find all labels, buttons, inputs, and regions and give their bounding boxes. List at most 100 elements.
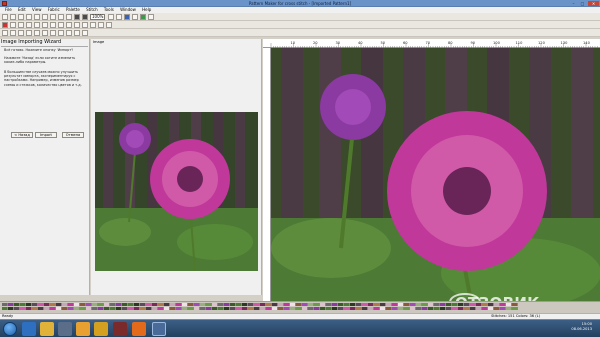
replace-color-icon[interactable] — [106, 21, 112, 28]
import-button[interactable]: Import — [35, 132, 57, 138]
toolbar-stitch — [0, 21, 600, 29]
image-preview-panel: Image — [91, 39, 262, 295]
french-knot-icon[interactable] — [34, 21, 40, 28]
ruler-label: 10 — [291, 41, 296, 45]
folder-icon[interactable] — [40, 322, 54, 336]
pattern-info-icon[interactable] — [82, 29, 88, 36]
special-stitch-icon[interactable] — [66, 21, 72, 28]
ruler-label: 120 — [538, 41, 546, 45]
ruler-label: 140 — [583, 41, 591, 45]
magic-wand-icon[interactable] — [18, 29, 24, 36]
zoom-in-icon[interactable] — [74, 13, 80, 20]
clock-date: 08.06.2013 — [571, 327, 592, 331]
rectangle-icon[interactable] — [66, 29, 72, 36]
start-button[interactable] — [3, 322, 17, 336]
pattern-image — [271, 48, 600, 301]
fill-icon[interactable] — [90, 21, 96, 28]
ruler-label: 70 — [426, 41, 431, 45]
palette-swatch[interactable] — [512, 303, 518, 306]
palette-swatch[interactable] — [512, 307, 518, 310]
line-icon[interactable] — [58, 29, 64, 36]
media-icon[interactable] — [58, 322, 72, 336]
toolbar-main: 100% — [0, 13, 600, 21]
ruler-label: 100 — [493, 41, 501, 45]
ruler-label: 60 — [403, 41, 408, 45]
half-stitch-icon[interactable] — [10, 21, 16, 28]
bead-icon[interactable] — [42, 21, 48, 28]
copy-icon[interactable] — [42, 13, 48, 20]
quarter-stitch-icon[interactable] — [18, 21, 24, 28]
cancel-button[interactable]: Отмена — [62, 132, 84, 138]
view-mode-icon[interactable] — [124, 13, 131, 20]
lasso-icon[interactable] — [10, 29, 16, 36]
zoom-out-icon[interactable] — [82, 13, 88, 20]
grid-icon[interactable] — [108, 13, 115, 20]
pattern-grid[interactable] — [271, 48, 600, 301]
ruler-label: 40 — [358, 41, 363, 45]
window-title: Pattern Maker for cross stitch - [Import… — [248, 1, 352, 6]
palette-row-2 — [2, 307, 518, 310]
dahlia-photo-image — [95, 112, 258, 271]
wizard-text-tip: В большинстве случаев можно улучшить рез… — [4, 70, 82, 87]
source-photo — [95, 112, 258, 271]
flip-icon[interactable] — [42, 29, 48, 36]
windows-taskbar: 15:00 08.06.2013 — [0, 319, 600, 337]
title-bar: Pattern Maker for cross stitch - [Import… — [0, 0, 600, 7]
open-icon[interactable] — [10, 13, 16, 20]
symbol-icon[interactable] — [132, 13, 139, 20]
close-button[interactable]: ✕ — [588, 1, 599, 6]
pattern-canvas-panel: 10 20 30 40 50 60 70 80 90 100 110 120 130 140 — [263, 39, 600, 301]
rotate-icon[interactable] — [34, 29, 40, 36]
wizard-title: Image Importing Wizard — [1, 39, 62, 45]
hazard-app-icon[interactable] — [76, 322, 90, 336]
ruler-icon[interactable] — [116, 13, 123, 20]
import-wizard-panel: Image Importing Wizard Всё готово. Нажми… — [0, 39, 90, 295]
ellipse-icon[interactable] — [74, 29, 80, 36]
wizard-divider — [1, 46, 88, 47]
ie-icon[interactable] — [22, 322, 36, 336]
ruler-label: 90 — [471, 41, 476, 45]
three-quarter-icon[interactable] — [58, 21, 64, 28]
toolbar-select — [0, 29, 600, 37]
system-tray[interactable] — [542, 325, 560, 331]
wizard-text-ready: Всё готово. Нажмите кнопку 'Импорт'! — [4, 48, 74, 52]
color-palette-strip[interactable] — [0, 301, 600, 313]
cut-icon[interactable] — [34, 13, 40, 20]
maximize-button[interactable]: □ — [578, 1, 587, 6]
minimize-button[interactable]: – — [569, 1, 578, 6]
radioactive-app-icon[interactable] — [94, 322, 108, 336]
ruler-label: 80 — [448, 41, 453, 45]
undo-icon[interactable] — [58, 13, 64, 20]
clock[interactable]: 15:00 08.06.2013 — [571, 322, 592, 332]
select-icon[interactable] — [2, 29, 8, 36]
mirror-icon[interactable] — [50, 29, 56, 36]
wizard-text-back: Нажмите 'Назад' если хотите изменить как… — [4, 56, 76, 65]
move-icon[interactable] — [26, 29, 32, 36]
redo-icon[interactable] — [66, 13, 72, 20]
preview-icon[interactable] — [148, 13, 155, 20]
ruler-label: 20 — [313, 41, 318, 45]
full-stitch-icon[interactable] — [2, 21, 8, 28]
print-icon[interactable] — [26, 13, 32, 20]
game-app-icon[interactable] — [113, 322, 127, 336]
zoom-select[interactable]: 100% — [90, 13, 106, 20]
palette-row-1 — [2, 303, 518, 306]
backstitch-icon[interactable] — [26, 21, 32, 28]
ruler-label: 110 — [516, 41, 524, 45]
paste-icon[interactable] — [50, 13, 56, 20]
eraser-icon[interactable] — [82, 21, 88, 28]
ruler-label: 30 — [336, 41, 341, 45]
pattern-maker-taskbar-icon[interactable] — [152, 322, 166, 336]
firefox-icon[interactable] — [132, 322, 146, 336]
picker-icon[interactable] — [98, 21, 104, 28]
new-icon[interactable] — [2, 13, 8, 20]
back-button[interactable]: < Назад — [11, 132, 33, 138]
save-icon[interactable] — [18, 13, 24, 20]
petite-icon[interactable] — [50, 21, 56, 28]
top-ruler: 10 20 30 40 50 60 70 80 90 100 110 120 130 140 — [263, 39, 600, 48]
text-icon[interactable] — [74, 21, 80, 28]
palette-icon[interactable] — [140, 13, 147, 20]
ruler-label: 130 — [561, 41, 569, 45]
ruler-label: 50 — [381, 41, 386, 45]
preview-label: Image — [93, 40, 105, 44]
